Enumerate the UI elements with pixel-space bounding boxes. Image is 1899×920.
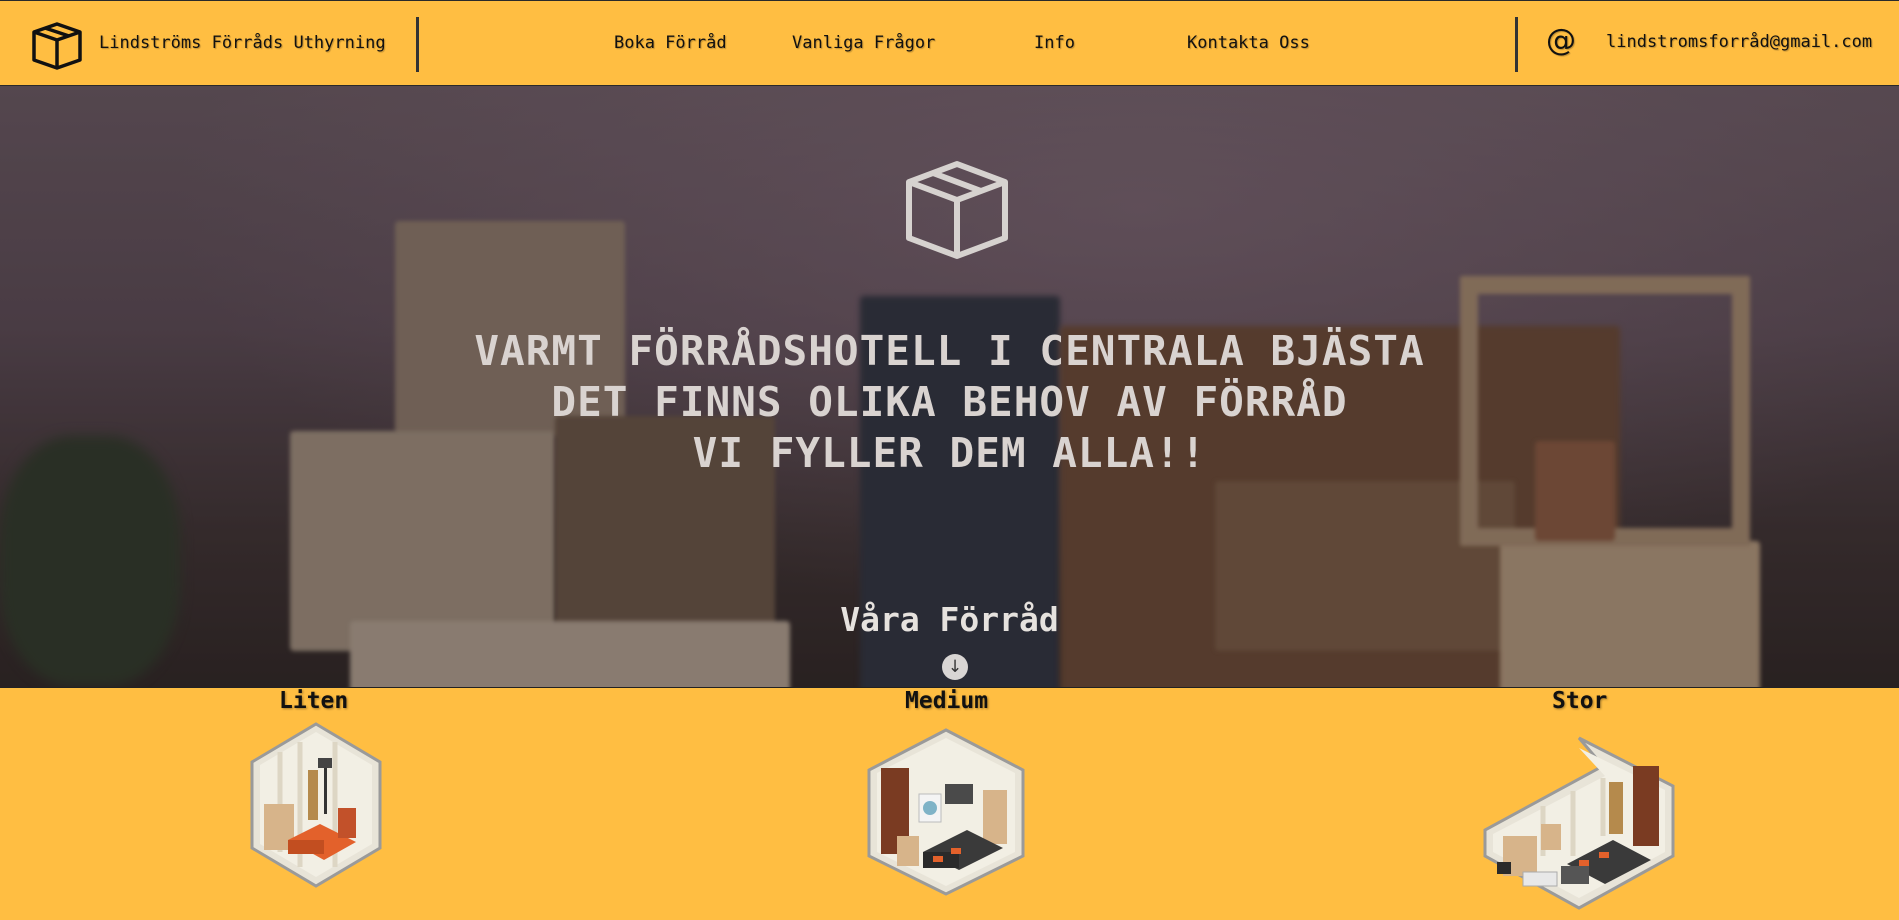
nav-kontakta-oss[interactable]: Kontakta Oss: [1187, 33, 1310, 53]
large-storage-unit-illustration[interactable]: [1483, 736, 1675, 910]
contact-email[interactable]: lindstromsforråd@gmail.com: [1606, 32, 1872, 52]
box-hero-icon: [906, 161, 1008, 259]
at-sign-icon: @: [1546, 23, 1576, 58]
nav-info[interactable]: Info: [1034, 33, 1075, 53]
hero-line-3: VI FYLLER DEM ALLA!!: [692, 429, 1207, 477]
header-divider-right: [1515, 17, 1518, 72]
arrow-down-circle-icon[interactable]: ↓: [942, 654, 968, 680]
hero-line-2: DET FINNS OLIKA BEHOV AV FÖRRÅD: [551, 378, 1348, 426]
vara-forrad-link[interactable]: Våra Förråd: [0, 600, 1899, 639]
site-header: Lindströms Förråds Uthyrning Boka Förråd…: [0, 0, 1899, 86]
small-storage-unit-illustration[interactable]: [250, 722, 382, 888]
hero-line-1: VARMT FÖRRÅDSHOTELL I CENTRALA BJÄSTA: [474, 327, 1425, 375]
nav-vanliga-fragor[interactable]: Vanliga Frågor: [792, 33, 935, 53]
storage-title-liten[interactable]: Liten: [279, 688, 348, 714]
nav-boka-forrad[interactable]: Boka Förråd: [614, 33, 727, 53]
box-logo-icon[interactable]: [30, 18, 84, 72]
storage-title-medium[interactable]: Medium: [905, 688, 988, 714]
storage-title-stor[interactable]: Stor: [1552, 688, 1607, 714]
hero-section: VARMT FÖRRÅDSHOTELL I CENTRALA BJÄSTA DE…: [0, 86, 1899, 688]
medium-storage-unit-illustration[interactable]: [867, 728, 1025, 896]
header-divider-left: [416, 17, 419, 72]
brand-name[interactable]: Lindströms Förråds Uthyrning: [99, 33, 386, 53]
hero-headline: VARMT FÖRRÅDSHOTELL I CENTRALA BJÄSTA DE…: [0, 326, 1899, 479]
